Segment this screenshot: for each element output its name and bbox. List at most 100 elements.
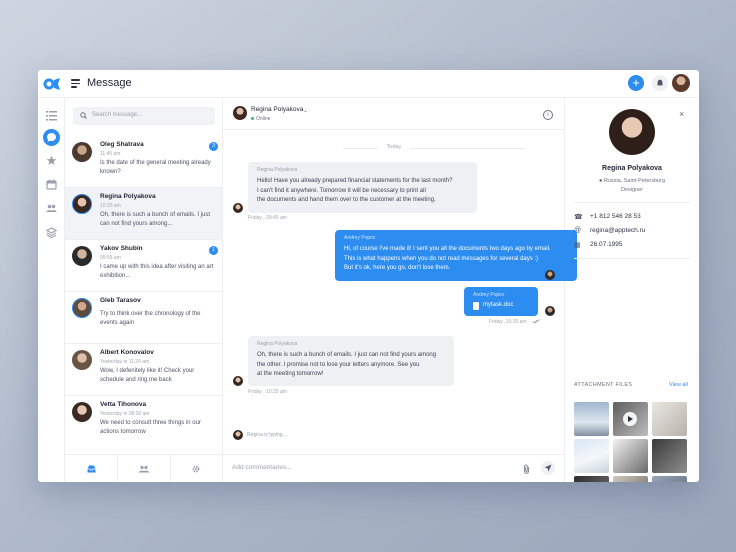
email-row[interactable]: @ regina@apptech.ru xyxy=(574,226,694,236)
settings-icon[interactable] xyxy=(192,465,200,473)
avatar xyxy=(233,106,247,120)
message-sender: Regina Polyakova xyxy=(257,167,298,173)
chevron-down-icon[interactable]: ⌄ xyxy=(303,107,308,114)
conversation-item[interactable]: Gleb Tarasov Try to think over the chron… xyxy=(65,292,222,344)
document-icon xyxy=(473,302,479,310)
commentary-input[interactable]: Add commentaries... xyxy=(232,464,512,474)
contact-name: Oleg Shatrava xyxy=(100,141,144,148)
attachment-video-thumbnail[interactable] xyxy=(574,476,609,482)
avatar xyxy=(72,350,92,370)
avatar xyxy=(545,270,555,280)
phone-row[interactable]: ☎ +1 812 546 28 53 xyxy=(574,212,694,222)
message-sender: Regina Polyakova xyxy=(257,341,298,347)
divider xyxy=(343,148,378,149)
layers-icon[interactable] xyxy=(46,227,57,238)
contact-name: Gleb Tarasov xyxy=(100,297,141,304)
chat-panel: Regina Polyakova ⌄ Online i Today Regina… xyxy=(223,98,577,482)
message-time: Yesterday in 11:20 am xyxy=(100,359,150,365)
attachment-thumbnail[interactable] xyxy=(652,439,687,473)
bell-icon xyxy=(656,79,664,87)
divider xyxy=(574,258,690,259)
user-avatar[interactable] xyxy=(672,74,690,92)
profile-name: Regina Polyakova xyxy=(602,165,662,172)
message-sender: Andrey Popov xyxy=(473,292,505,298)
avatar xyxy=(233,203,243,213)
message-time: 11:45 am xyxy=(100,151,121,157)
send-button[interactable] xyxy=(541,461,555,475)
conversation-item[interactable]: Oleg Shatrava 11:45 am Is the date of th… xyxy=(65,136,222,188)
message-attachment-outgoing[interactable]: Andrey Popov mytask.doc xyxy=(464,287,538,316)
contact-name: Albert Konovalov xyxy=(100,349,154,356)
hamburger-menu-icon[interactable] xyxy=(71,79,80,88)
messenger-window: Message + Search message... Oleg Shatrav… xyxy=(38,70,699,482)
footer-divider xyxy=(117,455,118,482)
day-label: Today xyxy=(386,144,402,150)
send-icon xyxy=(544,464,552,472)
profile-birthday: 26.07.1995 xyxy=(590,241,623,248)
notifications-button[interactable] xyxy=(652,75,668,91)
typing-indicator: Regina is typing... xyxy=(247,432,287,438)
message-text: Oh, there is such a bunch of emails. I j… xyxy=(257,352,437,377)
message-time: Friday , 10:25 am xyxy=(248,389,287,395)
conversation-item[interactable]: Yakov Shubin 09:55 am I came up with thi… xyxy=(65,240,222,292)
paperclip-icon[interactable] xyxy=(523,464,530,474)
info-icon[interactable]: i xyxy=(543,110,553,120)
top-bar: Message + xyxy=(38,70,699,98)
attachment-thumbnail[interactable] xyxy=(613,439,648,473)
list-icon[interactable] xyxy=(46,110,57,121)
view-all-link[interactable]: View all xyxy=(669,382,688,388)
avatar xyxy=(72,298,92,318)
navigation-rail xyxy=(38,98,65,482)
attachment-thumbnail[interactable] xyxy=(652,476,687,482)
message-preview: We need to consult three things in our a… xyxy=(100,420,201,435)
conversation-item[interactable]: Albert Konovalov Yesterday in 11:20 am W… xyxy=(65,344,222,396)
attachment-video-thumbnail[interactable] xyxy=(613,402,648,436)
inbox-icon[interactable] xyxy=(87,465,96,473)
conversation-item-active[interactable]: Regina Polyakova 10:25 am Oh, there is s… xyxy=(65,188,222,240)
conversation-item[interactable]: Vetta Tihonova Yesterday in 08:00 am We … xyxy=(65,396,222,448)
message-composer: Add commentaries... xyxy=(223,454,565,482)
search-icon xyxy=(80,112,87,119)
avatar xyxy=(72,402,92,422)
chat-contact-name[interactable]: Regina Polyakova xyxy=(251,106,303,113)
profile-role: Designer xyxy=(620,187,643,193)
profile-location: ● Russia, Saint-Petersburg xyxy=(599,178,665,184)
day-separator: Today xyxy=(223,144,565,152)
attachment-name[interactable]: mytask.doc xyxy=(483,302,513,308)
message-bubble-incoming: Regina Polyakova Hello! Have you already… xyxy=(248,162,477,213)
attachment-thumbnail[interactable] xyxy=(574,402,609,436)
profile-panel: × Regina Polyakova ● Russia, Saint-Peter… xyxy=(565,98,699,482)
star-icon[interactable] xyxy=(46,155,57,166)
at-icon: @ xyxy=(574,227,582,234)
contact-name: Yakov Shubin xyxy=(100,245,143,252)
avatar xyxy=(72,142,92,162)
read-checkmark-icon xyxy=(532,319,540,324)
message-time: Yesterday in 08:00 am xyxy=(100,411,150,417)
chat-header: Regina Polyakova ⌄ Online i xyxy=(223,98,565,130)
birthday-row: ▦ 26.07.1995 xyxy=(574,240,694,250)
attachment-thumbnail[interactable] xyxy=(613,476,648,482)
message-time: Friday ,10:15 am xyxy=(489,319,527,325)
attachment-thumbnail[interactable] xyxy=(652,402,687,436)
divider xyxy=(410,148,525,149)
attachment-thumbnail[interactable] xyxy=(574,439,609,473)
unread-badge: 1 xyxy=(209,246,218,255)
close-icon[interactable]: × xyxy=(679,109,684,119)
contact-name: Regina Polyakova xyxy=(100,193,156,200)
message-preview: I came up with this idea after visiting … xyxy=(100,264,214,279)
group-icon[interactable] xyxy=(139,465,149,473)
add-button[interactable]: + xyxy=(628,75,644,91)
profile-email: regina@apptech.ru xyxy=(590,227,646,234)
avatar xyxy=(72,194,92,214)
footer-divider xyxy=(170,455,171,482)
phone-icon: ☎ xyxy=(574,214,583,221)
message-preview: Oh, there is such a bunch of emails. I j… xyxy=(100,212,211,227)
play-icon xyxy=(623,412,637,426)
online-dot-icon xyxy=(251,117,254,120)
calendar-icon[interactable] xyxy=(46,179,57,190)
message-bubble-outgoing: Andrey Popov Hi, of course I've made it!… xyxy=(335,230,577,281)
chat-icon[interactable] xyxy=(46,132,57,143)
conversation-list: Search message... Oleg Shatrava 11:45 am… xyxy=(65,98,223,482)
list-footer xyxy=(65,454,222,482)
people-icon[interactable] xyxy=(46,203,57,214)
